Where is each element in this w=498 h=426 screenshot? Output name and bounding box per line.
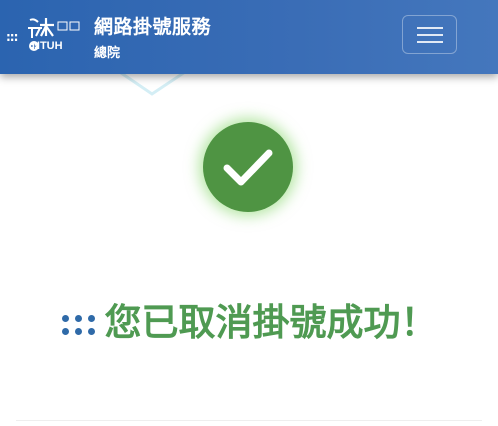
decorative-dots-icon	[61, 314, 97, 336]
header-bar: ::: NTUH 網路掛號服務 總院	[0, 0, 498, 74]
hamburger-icon	[417, 27, 443, 29]
cancel-success-message: 您已取消掛號成功！	[0, 292, 498, 346]
page-subtitle: 總院	[94, 46, 121, 61]
divider	[16, 420, 482, 421]
page-title: 網路掛號服務	[94, 16, 212, 38]
hamburger-icon-bar	[417, 34, 443, 36]
status-message-text: 您已取消掛號成功！	[104, 301, 438, 344]
menu-toggle-button[interactable]	[402, 15, 457, 54]
success-check-icon	[203, 122, 293, 212]
logo-dots-icon: :::	[6, 30, 18, 44]
checkmark-icon	[223, 149, 273, 186]
hamburger-icon-bar	[417, 41, 443, 43]
hospital-logo[interactable]: ::: NTUH	[6, 16, 86, 56]
logo-text: NTUH	[32, 40, 63, 52]
